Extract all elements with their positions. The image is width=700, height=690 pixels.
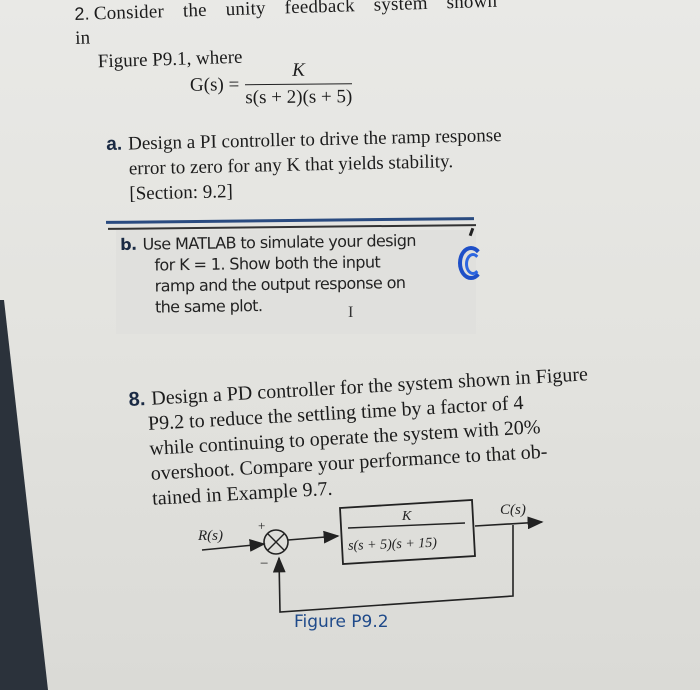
equation-lhs: G(s) = (189, 73, 240, 96)
figure-caption: Figure P9.2 (294, 612, 389, 632)
summing-junction (263, 529, 289, 555)
output-label: C(s) (500, 502, 526, 518)
blue-arc-icon (458, 246, 484, 280)
part-b-label: b. (120, 234, 137, 254)
input-signal-line (201, 539, 266, 552)
problem-2-part-a: a. Design a PI controller to drive the ra… (106, 122, 538, 207)
problem-2-number: 2. (74, 3, 91, 24)
part-b-line4: the same plot. (154, 296, 263, 317)
problem-8-number: 8. (128, 388, 146, 411)
equation-denominator: s(s + 2)(s + 5) (245, 83, 353, 110)
input-label: R(s) (197, 528, 223, 544)
block-denominator: s(s + 5)(s + 15) (348, 536, 438, 554)
minus-sign: − (260, 556, 268, 572)
equation-numerator: K (292, 59, 306, 81)
problem-2-part-b-box: b. Use MATLAB to simulate your design for… (116, 230, 476, 334)
output-signal-line (474, 516, 544, 530)
part-a-label: a. (106, 133, 123, 155)
part-b-line1: Use MATLAB to simulate your design (142, 230, 417, 254)
transfer-function-equation: G(s) = K s(s + 2)(s + 5) (189, 59, 353, 110)
text-cursor-icon: I (348, 304, 354, 321)
block-numerator: K (401, 509, 412, 524)
plus-sign: + (258, 518, 265, 533)
equation-fraction: K s(s + 2)(s + 5) (245, 59, 353, 110)
forward-path-line (287, 530, 340, 544)
